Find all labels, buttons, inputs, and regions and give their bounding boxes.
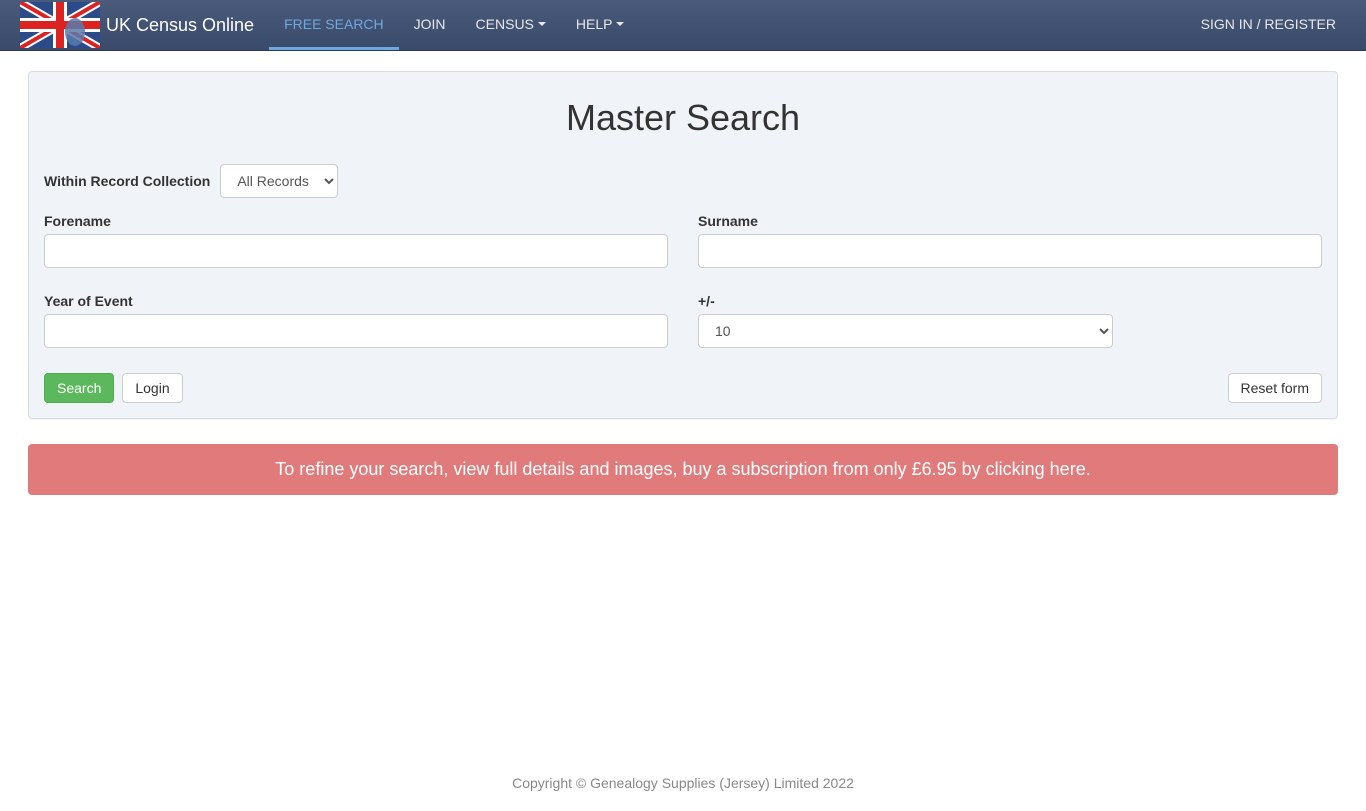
search-button[interactable]: Search (44, 373, 114, 403)
nav-signin[interactable]: SIGN IN / REGISTER (1186, 0, 1351, 50)
navbar: UK Census Online FREE SEARCH JOIN CENSUS… (0, 0, 1366, 51)
alert-text: To refine your search, view full details… (275, 459, 1090, 479)
collection-row: Within Record Collection All Records (44, 164, 1322, 198)
nav-help[interactable]: HELP (561, 0, 640, 50)
tolerance-label: +/- (698, 293, 1322, 309)
search-panel: Master Search Within Record Collection A… (28, 71, 1338, 419)
collection-select[interactable]: All Records (220, 164, 338, 198)
subscription-alert[interactable]: To refine your search, view full details… (28, 444, 1338, 495)
nav-free-search[interactable]: FREE SEARCH (269, 0, 399, 50)
login-button[interactable]: Login (122, 373, 182, 403)
brand-link[interactable]: UK Census Online (5, 0, 269, 50)
brand-logo (20, 2, 100, 48)
footer: Copyright © Genealogy Supplies (Jersey) … (0, 755, 1366, 811)
page-title: Master Search (44, 97, 1322, 139)
year-label: Year of Event (44, 293, 668, 309)
nav-right: SIGN IN / REGISTER (1186, 0, 1351, 50)
nav-join[interactable]: JOIN (399, 0, 461, 50)
nav-label: CENSUS (476, 16, 534, 32)
reset-button[interactable]: Reset form (1228, 373, 1322, 403)
footer-text: Copyright © Genealogy Supplies (Jersey) … (512, 775, 854, 791)
nav-label: HELP (576, 16, 613, 32)
surname-input[interactable] (698, 234, 1322, 268)
forename-label: Forename (44, 213, 668, 229)
forename-input[interactable] (44, 234, 668, 268)
nav-census[interactable]: CENSUS (461, 0, 561, 50)
tolerance-select[interactable]: 10 (698, 314, 1113, 348)
chevron-down-icon (538, 22, 546, 26)
collection-label: Within Record Collection (44, 173, 210, 189)
surname-label: Surname (698, 213, 1322, 229)
nav-label: SIGN IN / REGISTER (1201, 16, 1336, 32)
button-row: Search Login Reset form (44, 373, 1322, 403)
nav-label: JOIN (414, 16, 446, 32)
year-input[interactable] (44, 314, 668, 348)
nav-label: FREE SEARCH (284, 16, 384, 32)
chevron-down-icon (616, 22, 624, 26)
brand-text: UK Census Online (106, 15, 254, 36)
nav-main: FREE SEARCH JOIN CENSUS HELP (269, 0, 639, 50)
